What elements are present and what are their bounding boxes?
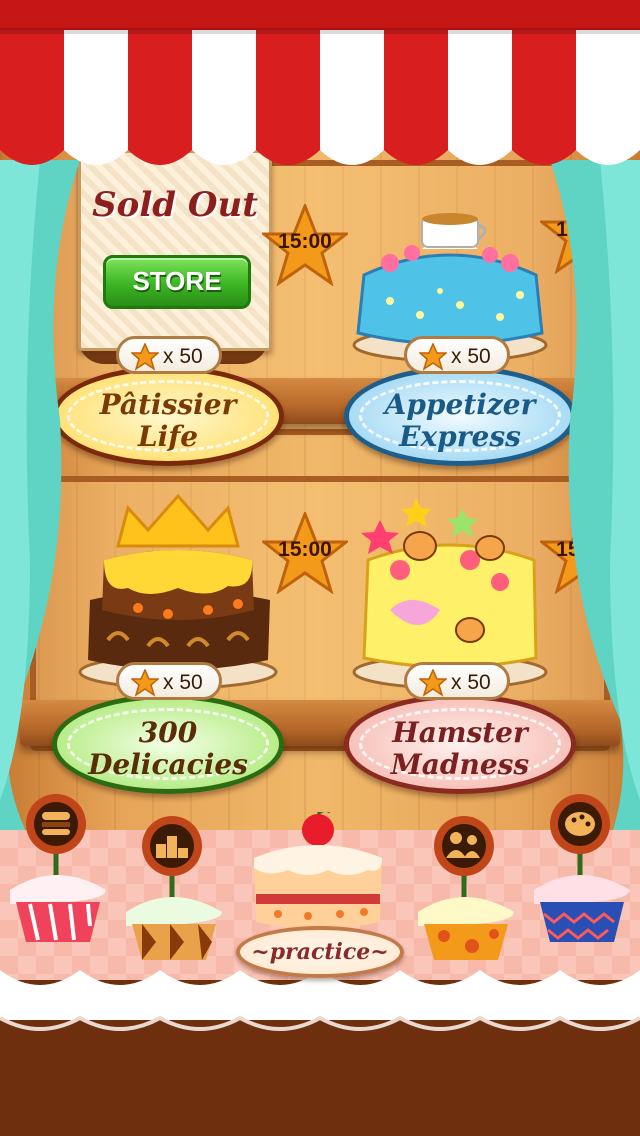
star-icon [131,669,159,697]
timer-star-delicacies: 15:00 [262,512,348,594]
course-name-line-1: 300 [138,716,198,749]
course-name-line-2: Madness [390,748,530,781]
course-name: 300 Delicacies [57,717,279,781]
star-cost-hamster: x 50 [404,662,510,700]
star-icon [419,669,447,697]
course-name-line-1: Appetizer [384,388,536,421]
course-name-line-2: Express [399,420,521,453]
course-name-line-2: Delicacies [88,748,248,781]
star-cost-patissier: x 50 [116,336,222,374]
burger-icon [42,812,70,835]
star-icon [131,343,159,371]
right-curtain [550,160,640,840]
practice-button[interactable]: ~practice~ [236,926,404,978]
cost-text: x 50 [451,345,491,368]
timer-text: 15:00 [278,230,332,253]
course-label-patissier-life[interactable]: Pâtissier Life [52,366,284,466]
left-curtain [0,160,80,840]
course-label-300-delicacies[interactable]: 300 Delicacies [52,694,284,794]
striped-awning [0,0,640,165]
palette-icon [565,812,595,836]
cupcake-menu-burger[interactable] [6,790,110,946]
cost-text: x 50 [163,671,203,694]
course-name: Pâtissier Life [57,389,279,453]
cupcake-menu-friends[interactable] [414,812,518,962]
practice-cake[interactable] [248,812,388,930]
course-name-line-2: Life [137,420,199,453]
star-cost-appetizer: x 50 [404,336,510,374]
cost-text: x 50 [163,345,203,368]
sold-out-sign: Sold Out STORE [78,150,272,351]
cost-text: x 50 [451,671,491,694]
store-button[interactable]: STORE [103,255,251,309]
course-name-line-1: Pâtissier [99,388,237,421]
course-name-line-1: Hamster [392,716,528,749]
hamster-madness-cake[interactable] [350,490,550,690]
cupcake-menu-leaderboard[interactable] [122,812,226,962]
300-delicacies-cake[interactable] [78,490,278,690]
star-icon [419,343,447,371]
sold-out-title: Sold Out [92,185,258,225]
timer-star-patissier: 15:00 [262,204,348,286]
cupcake-menu-palette[interactable] [530,790,634,946]
practice-label: ~practice~ [251,939,389,965]
star-cost-delicacies: x 50 [116,662,222,700]
timer-text: 15:00 [278,538,332,561]
